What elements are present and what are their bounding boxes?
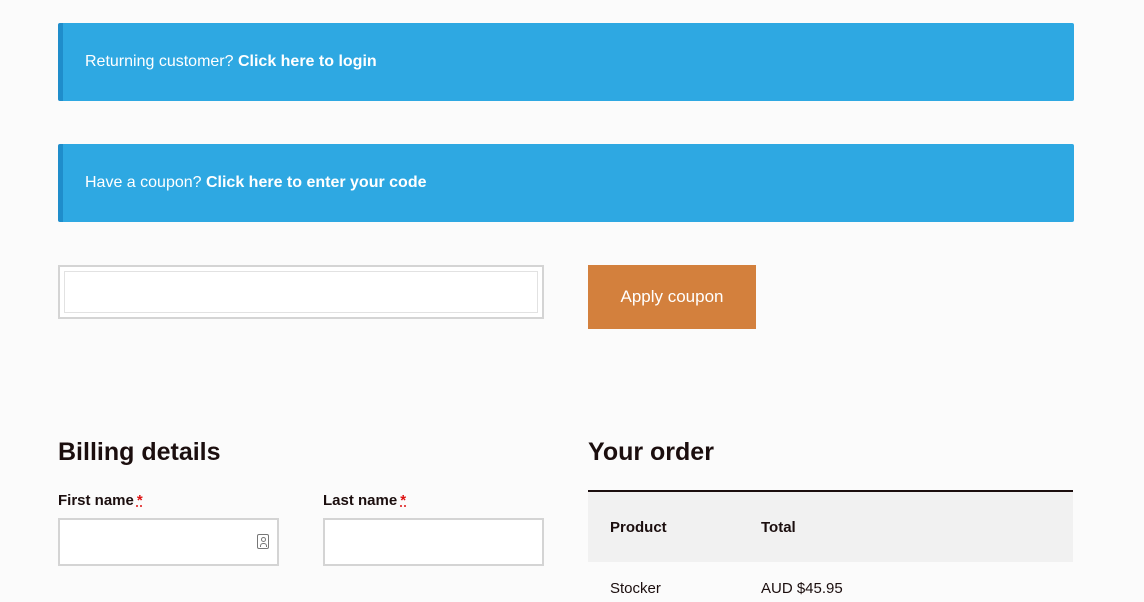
login-notice: Returning customer? Click here to login <box>58 23 1074 101</box>
login-notice-prefix: Returning customer? <box>85 53 238 70</box>
last-name-field <box>323 518 544 566</box>
order-review-table: Product Total Stocker AUD $45.95 <box>588 490 1073 602</box>
billing-details-heading: Billing details <box>58 438 221 466</box>
enter-coupon-link[interactable]: Click here to enter your code <box>206 174 427 191</box>
order-table-header: Product Total <box>588 492 1073 562</box>
table-row: Stocker AUD $45.95 <box>588 562 1073 602</box>
required-mark: * <box>136 492 143 509</box>
coupon-notice-prefix: Have a coupon? <box>85 174 206 191</box>
order-row-product: Stocker <box>610 580 661 597</box>
first-name-input[interactable] <box>60 520 277 564</box>
first-name-field <box>58 518 279 566</box>
your-order-heading: Your order <box>588 438 714 466</box>
order-row-total: AUD $45.95 <box>761 580 843 597</box>
coupon-notice: Have a coupon? Click here to enter your … <box>58 144 1074 222</box>
coupon-code-input[interactable] <box>64 271 538 313</box>
first-name-label-text: First name <box>58 492 134 509</box>
coupon-code-field <box>58 265 544 319</box>
last-name-label: Last name * <box>323 492 406 509</box>
required-mark: * <box>400 492 407 509</box>
apply-coupon-button[interactable]: Apply coupon <box>588 265 756 329</box>
last-name-input[interactable] <box>325 520 542 564</box>
contact-card-icon[interactable] <box>257 534 269 549</box>
total-column-header: Total <box>761 518 796 536</box>
last-name-label-text: Last name <box>323 492 398 509</box>
first-name-label: First name * <box>58 492 143 509</box>
login-link[interactable]: Click here to login <box>238 53 377 70</box>
product-column-header: Product <box>610 518 667 536</box>
